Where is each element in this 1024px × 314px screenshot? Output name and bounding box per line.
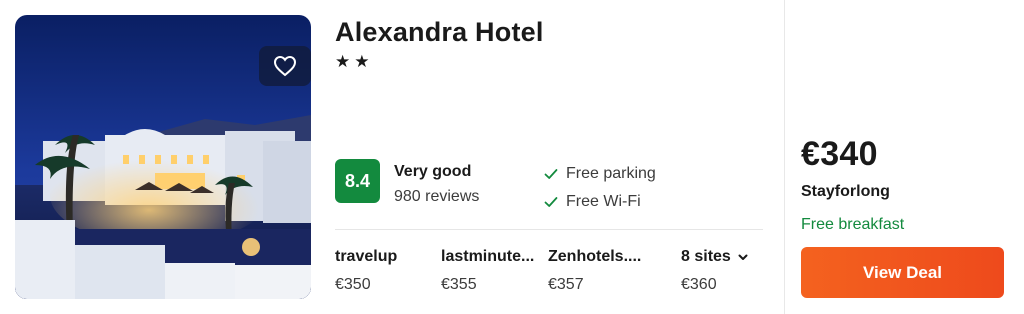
- column-divider: [784, 0, 785, 314]
- amenity-free-wifi: Free Wi-Fi: [544, 193, 641, 211]
- rating-label: Very good: [394, 163, 472, 180]
- check-icon: [544, 169, 558, 179]
- site-price-travelup[interactable]: travelup €350: [335, 248, 445, 294]
- site-price: €360: [681, 276, 717, 293]
- site-name: travelup: [335, 248, 398, 265]
- site-name: lastminute...: [441, 248, 535, 265]
- view-deal-button[interactable]: View Deal: [801, 247, 1004, 298]
- heart-outline-icon: [273, 55, 297, 77]
- hotel-name[interactable]: Alexandra Hotel: [335, 17, 544, 48]
- amenity-label: Free parking: [566, 165, 656, 182]
- deal-perk: Free breakfast: [801, 216, 905, 233]
- deal-price: €340: [801, 135, 878, 173]
- site-price: €350: [335, 276, 371, 293]
- hotel-result-card: Alexandra Hotel ★★ 8.4 Very good 980 rev…: [0, 0, 1024, 314]
- site-price: €355: [441, 276, 477, 293]
- more-sites-dropdown[interactable]: 8 sites €360: [681, 248, 763, 294]
- divider: [335, 229, 763, 230]
- more-sites-label: 8 sites: [681, 248, 731, 265]
- best-deal: €340 Stayforlong Free breakfast View Dea…: [801, 0, 1011, 314]
- review-count[interactable]: 980 reviews: [394, 188, 479, 206]
- hotel-info: Alexandra Hotel ★★ 8.4 Very good 980 rev…: [335, 0, 765, 314]
- score-badge: 8.4: [335, 159, 380, 203]
- chevron-down-icon: [738, 254, 748, 260]
- hotel-photo[interactable]: [15, 15, 311, 299]
- amenity-label: Free Wi-Fi: [566, 193, 641, 210]
- site-name: Zenhotels....: [548, 248, 642, 265]
- site-price-zenhotels[interactable]: Zenhotels.... €357: [548, 248, 646, 294]
- amenity-free-parking: Free parking: [544, 165, 656, 183]
- deal-provider: Stayforlong: [801, 183, 890, 200]
- check-icon: [544, 197, 558, 207]
- site-price: €357: [548, 276, 584, 293]
- favorite-button[interactable]: [259, 46, 311, 86]
- site-price-lastminute[interactable]: lastminute... €355: [441, 248, 541, 294]
- star-rating: ★★: [335, 52, 374, 71]
- more-sites-label-row: 8 sites: [681, 248, 763, 266]
